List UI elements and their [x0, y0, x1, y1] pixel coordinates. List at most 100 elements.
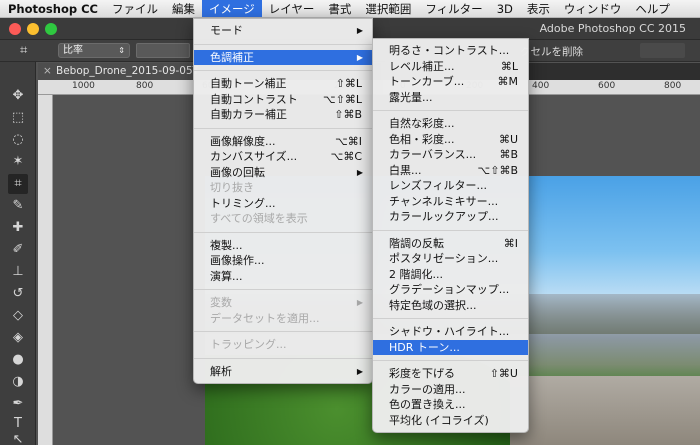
adjustments-menu-item-label: レンズフィルター...	[389, 179, 488, 192]
adjustments-menu-item[interactable]: 2 階調化...	[373, 267, 528, 283]
healing-brush-icon[interactable]: ✚	[8, 218, 28, 238]
adjustments-menu-item[interactable]: トーンカーブ... ⌘M	[373, 74, 528, 90]
image-menu-item-label: 演算...	[210, 269, 243, 283]
ruler-tick: 800	[664, 81, 682, 91]
adjustments-menu-item[interactable]: 特定色域の選択...	[373, 298, 528, 314]
menu-photoshop[interactable]: Photoshop CC	[6, 0, 105, 17]
adjustments-menu-item-label: グラデーションマップ...	[389, 283, 510, 296]
path-select-icon[interactable]: ↖	[8, 430, 28, 445]
pen-icon[interactable]: ✒	[8, 394, 28, 414]
image-menu-item[interactable]: 色調補正 ▶	[194, 49, 372, 65]
adjustments-menu-item[interactable]: HDR トーン...	[373, 339, 528, 355]
image-menu-item[interactable]: 自動コントラスト ⌥⇧⌘L	[194, 92, 372, 108]
ratio-width-field[interactable]	[136, 43, 190, 58]
shortcut-label: ⇧⌘U	[489, 367, 518, 380]
image-menu-item[interactable]: トリミング...	[194, 196, 372, 212]
maximize-window-button[interactable]	[45, 23, 57, 35]
adjustments-menu-item-label: HDR トーン...	[389, 340, 460, 354]
menu-help[interactable]: ヘルプ	[628, 0, 677, 17]
menu-type[interactable]: 書式	[321, 0, 358, 17]
eyedropper-icon[interactable]: ✎	[8, 196, 28, 216]
menu-select[interactable]: 選択範囲	[358, 0, 418, 17]
menu-layer[interactable]: レイヤー	[262, 0, 322, 17]
history-brush-icon[interactable]: ↺	[8, 284, 28, 304]
minimize-window-button[interactable]	[27, 23, 39, 35]
adjustments-menu-item[interactable]: カラーの適用...	[373, 382, 528, 398]
delete-cropped-pixels-label[interactable]: クセルを削除	[520, 44, 583, 59]
menu-filter[interactable]: フィルター	[418, 0, 489, 17]
blur-icon[interactable]: ●	[8, 350, 28, 370]
close-tab-icon[interactable]: ×	[43, 63, 52, 80]
adjustments-menu-item[interactable]: 露光量...	[373, 90, 528, 106]
adjustments-menu-item-label: 2 階調化...	[389, 267, 443, 281]
image-menu-item-label: カンバスサイズ...	[210, 150, 298, 163]
adjustments-menu-item[interactable]: レベル補正... ⌘L	[373, 59, 528, 75]
image-menu-item[interactable]: 画像解像度... ⌥⌘I	[194, 134, 372, 150]
paint-bucket-icon[interactable]: ◈	[8, 328, 28, 348]
updown-arrows-icon: ⇕	[118, 46, 125, 55]
image-menu-item[interactable]: 自動カラー補正 ⇧⌘B	[194, 107, 372, 123]
eraser-icon[interactable]: ◇	[8, 306, 28, 326]
move-icon[interactable]: ✥	[8, 86, 28, 106]
crop-icon[interactable]: ⌗	[8, 174, 28, 194]
adjustments-menu-item[interactable]: 彩度を下げる ⇧⌘U	[373, 366, 528, 382]
image-menu-item[interactable]: 画像操作...	[194, 253, 372, 269]
lasso-icon[interactable]: ◌	[8, 130, 28, 150]
window-title: Adobe Photoshop CC 2015	[539, 22, 686, 35]
image-menu-item[interactable]: 解析 ▶	[194, 364, 372, 380]
adjustments-menu-item[interactable]: グラデーションマップ...	[373, 282, 528, 298]
photo-castle-wall	[510, 376, 700, 445]
image-menu-item-label: 色調補正	[210, 50, 254, 64]
adjustments-menu-item-label: 特定色域の選択...	[389, 298, 477, 312]
adjustments-menu-item[interactable]: 色相・彩度... ⌘U	[373, 132, 528, 148]
adjustments-menu-item[interactable]: 自然な彩度...	[373, 116, 528, 132]
adjustments-menu-item[interactable]: 色の置き換え...	[373, 397, 528, 413]
adjustments-menu-item[interactable]: カラールックアップ...	[373, 209, 528, 225]
adjustments-menu-item-label: 白黒...	[389, 163, 422, 177]
marquee-icon[interactable]: ⬚	[8, 108, 28, 128]
image-menu-item-label: 自動コントラスト	[210, 92, 298, 106]
adjustments-menu-item-label: 露光量...	[389, 90, 433, 104]
adjustments-menu-item[interactable]: レンズフィルター...	[373, 178, 528, 194]
adjustments-menu-item-label: 彩度を下げる	[389, 367, 455, 380]
adjustments-menu-item[interactable]: シャドウ・ハイライト...	[373, 324, 528, 340]
menu-3d[interactable]: 3D	[490, 0, 520, 17]
menu-view[interactable]: 表示	[520, 0, 557, 17]
image-menu-item[interactable]: カンバスサイズ... ⌥⌘C	[194, 149, 372, 165]
close-window-button[interactable]	[9, 23, 21, 35]
image-menu-item[interactable]: 自動トーン補正 ⇧⌘L	[194, 76, 372, 92]
adjustments-menu-item-label: レベル補正...	[389, 59, 455, 73]
submenu-arrow-icon: ▶	[356, 26, 363, 35]
adjustments-menu-item[interactable]: 階調の反転 ⌘I	[373, 236, 528, 252]
image-menu-item-label: 変数	[210, 296, 232, 309]
workspace-control[interactable]	[640, 43, 685, 58]
image-menu-item-label: モード	[210, 24, 243, 37]
menu-edit[interactable]: 編集	[165, 0, 202, 17]
ratio-select[interactable]: 比率 ⇕	[58, 43, 130, 58]
adjustments-menu-item[interactable]: 平均化 (イコライズ)	[373, 413, 528, 429]
menu-file[interactable]: ファイル	[105, 0, 165, 17]
stamp-icon[interactable]: ⊥	[8, 262, 28, 282]
menu-window[interactable]: ウィンドウ	[557, 0, 629, 17]
menu-image[interactable]: イメージ	[201, 0, 262, 17]
menu-separator	[194, 127, 372, 129]
adjustments-menu-item[interactable]: カラーバランス... ⌘B	[373, 147, 528, 163]
dodge-icon[interactable]: ◑	[8, 372, 28, 392]
image-menu-item-label: トリミング...	[210, 196, 276, 210]
crop-preset-icon[interactable]: ⌗	[20, 43, 27, 58]
image-menu-item[interactable]: 複製...	[194, 238, 372, 254]
magic-wand-icon[interactable]: ✶	[8, 152, 28, 172]
image-menu-item[interactable]: モード ▶	[194, 23, 372, 39]
adjustments-menu-item[interactable]: ポスタリゼーション...	[373, 251, 528, 267]
brush-icon[interactable]: ✐	[8, 240, 28, 260]
image-menu-item[interactable]: 演算...	[194, 269, 372, 285]
menu-separator	[373, 318, 528, 319]
ruler-tick: 1000	[72, 81, 95, 91]
image-menu-item-label: 画像操作...	[210, 254, 265, 267]
document-tab[interactable]: × Bebop_Drone_2015-09-05T1	[38, 63, 198, 80]
adjustments-menu-item[interactable]: 明るさ・コントラスト...	[373, 43, 528, 59]
image-menu-item[interactable]: 画像の回転 ▶	[194, 165, 372, 181]
menu-separator	[194, 70, 372, 71]
adjustments-menu-item[interactable]: 白黒... ⌥⇧⌘B	[373, 163, 528, 179]
adjustments-menu-item[interactable]: チャンネルミキサー...	[373, 194, 528, 210]
